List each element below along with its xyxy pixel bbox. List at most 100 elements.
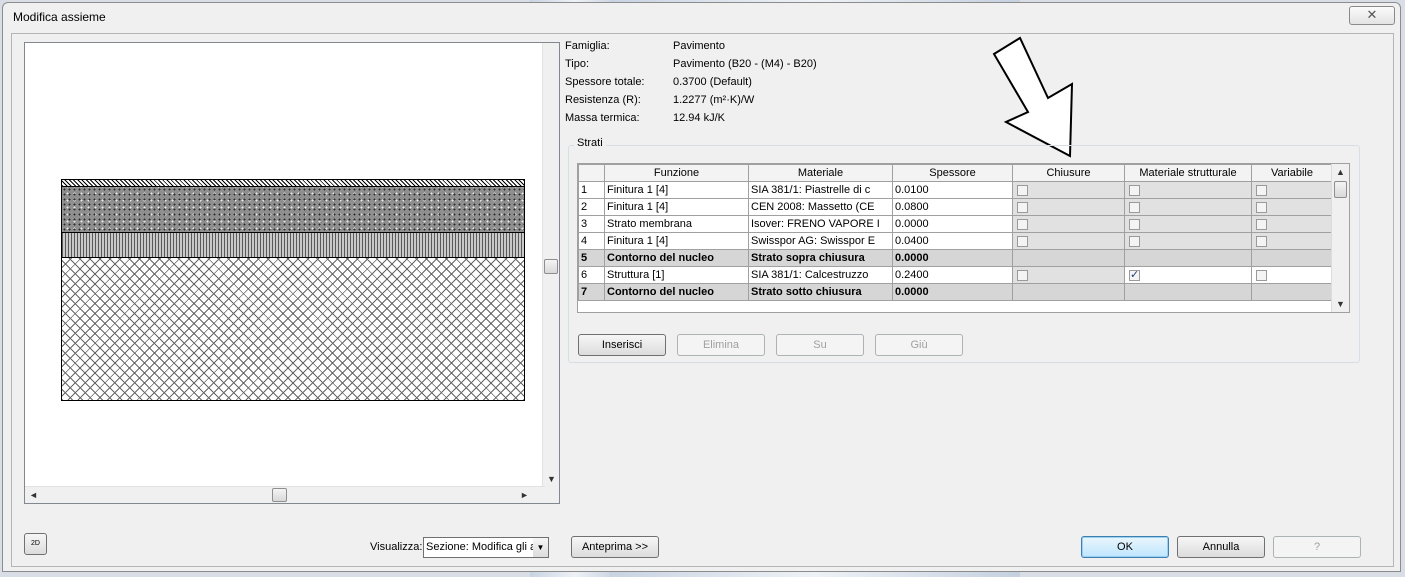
strati-label: Strati xyxy=(574,137,606,149)
table-row[interactable]: 4 Finitura 1 [4] Swisspor AG: Swisspor E… xyxy=(578,232,1333,250)
close-button[interactable]: ✕ xyxy=(1349,6,1395,25)
row-number[interactable]: 5 xyxy=(578,249,605,267)
cell-funzione: Contorno del nucleo xyxy=(604,283,749,301)
cell-spessore[interactable]: 0.0400 xyxy=(892,232,1013,250)
cell-materiale: Strato sotto chiusura xyxy=(748,283,893,301)
variabile-checkbox[interactable] xyxy=(1256,184,1267,196)
title-bar: Modifica assieme ✕ xyxy=(3,3,1400,31)
visualizza-label: Visualizza: xyxy=(370,541,423,553)
col-header-strutturale[interactable]: Materiale strutturale xyxy=(1124,164,1252,182)
variabile-checkbox[interactable] xyxy=(1256,235,1267,247)
cell-materiale[interactable]: Isover: FRENO VAPORE I xyxy=(748,215,893,233)
view-2d-toggle-button[interactable]: 2D xyxy=(24,533,47,555)
cell-funzione[interactable]: Finitura 1 [4] xyxy=(604,181,749,199)
cell-variabile[interactable] xyxy=(1251,198,1333,216)
assembly-section-drawing xyxy=(61,179,525,401)
cell-variabile[interactable] xyxy=(1251,232,1333,250)
scroll-down-icon[interactable]: ▼ xyxy=(1336,299,1345,309)
cell-variabile xyxy=(1251,249,1333,267)
vertical-scroll-thumb[interactable] xyxy=(544,259,558,274)
row-number[interactable]: 1 xyxy=(578,181,605,199)
scroll-right-icon[interactable]: ► xyxy=(520,490,529,500)
view-select[interactable]: Sezione: Modifica gli a ▼ xyxy=(423,537,549,558)
anteprima-button[interactable]: Anteprima >> xyxy=(571,536,659,558)
cell-funzione[interactable]: Struttura [1] xyxy=(604,266,749,284)
cell-variabile[interactable] xyxy=(1251,181,1333,199)
table-vertical-scrollbar[interactable]: ▲ ▼ xyxy=(1331,164,1349,312)
ok-button[interactable]: OK xyxy=(1081,536,1169,558)
preview-vertical-scrollbar[interactable]: ▼ xyxy=(542,43,559,489)
row-number[interactable]: 3 xyxy=(578,215,605,233)
cell-materiale[interactable]: SIA 381/1: Piastrelle di c xyxy=(748,181,893,199)
variabile-checkbox[interactable] xyxy=(1256,269,1267,281)
cell-funzione[interactable]: Strato membrana xyxy=(604,215,749,233)
table-row[interactable]: 3 Strato membrana Isover: FRENO VAPORE I… xyxy=(578,215,1333,233)
cell-spessore: 0.0000 xyxy=(892,249,1013,267)
scroll-left-icon[interactable]: ◄ xyxy=(29,490,38,500)
cell-variabile[interactable] xyxy=(1251,266,1333,284)
table-row-core-boundary[interactable]: 7 Contorno del nucleo Strato sotto chius… xyxy=(578,283,1333,301)
view-select-value: Sezione: Modifica gli a xyxy=(426,541,537,553)
cell-chiusure xyxy=(1012,283,1125,301)
row-number[interactable]: 7 xyxy=(578,283,605,301)
cell-spessore[interactable]: 0.2400 xyxy=(892,266,1013,284)
section-preview[interactable]: ▼ ◄ ► xyxy=(24,42,560,504)
table-row[interactable]: 1 Finitura 1 [4] SIA 381/1: Piastrelle d… xyxy=(578,181,1333,199)
row-number[interactable]: 2 xyxy=(578,198,605,216)
layers-table[interactable]: Funzione Materiale Spessore Chiusure Mat… xyxy=(577,163,1350,313)
variabile-checkbox[interactable] xyxy=(1256,201,1267,213)
label-spessore: Spessore totale: xyxy=(565,76,645,88)
value-resistenza: 1.2277 (m²·K)/W xyxy=(673,94,755,106)
chiusure-checkbox xyxy=(1017,184,1028,196)
col-header-materiale[interactable]: Materiale xyxy=(748,164,893,182)
cell-strutturale[interactable] xyxy=(1124,266,1252,284)
col-header-funzione[interactable]: Funzione xyxy=(604,164,749,182)
chiusure-checkbox xyxy=(1017,269,1028,281)
info-famiglia: Famiglia: Pavimento xyxy=(565,40,965,58)
cell-materiale[interactable]: Swisspor AG: Swisspor E xyxy=(748,232,893,250)
chevron-down-icon[interactable]: ▼ xyxy=(533,538,548,557)
preview-horizontal-scrollbar[interactable]: ◄ ► xyxy=(25,486,545,503)
cell-chiusure xyxy=(1012,215,1125,233)
cell-spessore[interactable]: 0.0800 xyxy=(892,198,1013,216)
strutturale-checkbox-checked[interactable] xyxy=(1129,268,1140,281)
scroll-down-icon[interactable]: ▼ xyxy=(547,474,556,484)
layer-concrete xyxy=(62,258,524,400)
su-button[interactable]: Su xyxy=(776,334,864,356)
scroll-up-icon[interactable]: ▲ xyxy=(1336,167,1345,177)
variabile-checkbox[interactable] xyxy=(1256,218,1267,230)
window-title: Modifica assieme xyxy=(13,10,106,24)
horizontal-scroll-thumb[interactable] xyxy=(272,488,287,502)
cell-strutturale xyxy=(1124,249,1252,267)
table-row[interactable]: 6 Struttura [1] SIA 381/1: Calcestruzzo … xyxy=(578,266,1333,284)
info-tipo: Tipo: Pavimento (B20 - (M4) - B20) xyxy=(565,58,965,76)
cell-spessore[interactable]: 0.0000 xyxy=(892,215,1013,233)
table-row-core-boundary[interactable]: 5 Contorno del nucleo Strato sopra chius… xyxy=(578,249,1333,267)
cell-materiale[interactable]: SIA 381/1: Calcestruzzo xyxy=(748,266,893,284)
strutturale-checkbox xyxy=(1129,218,1140,230)
annulla-button[interactable]: Annulla xyxy=(1177,536,1265,558)
label-famiglia: Famiglia: xyxy=(565,40,610,52)
cell-strutturale xyxy=(1124,283,1252,301)
row-number[interactable]: 4 xyxy=(578,232,605,250)
cell-funzione[interactable]: Finitura 1 [4] xyxy=(604,198,749,216)
elimina-button[interactable]: Elimina xyxy=(677,334,765,356)
cell-spessore: 0.0000 xyxy=(892,283,1013,301)
cell-chiusure xyxy=(1012,181,1125,199)
col-header-chiusure[interactable]: Chiusure xyxy=(1012,164,1125,182)
table-row[interactable]: 2 Finitura 1 [4] CEN 2008: Massetto (CE … xyxy=(578,198,1333,216)
cell-variabile[interactable] xyxy=(1251,215,1333,233)
layer-tile xyxy=(62,180,524,187)
value-tipo: Pavimento (B20 - (M4) - B20) xyxy=(673,58,817,70)
help-button[interactable]: ? xyxy=(1273,536,1361,558)
table-scroll-thumb[interactable] xyxy=(1334,181,1347,198)
cell-spessore[interactable]: 0.0100 xyxy=(892,181,1013,199)
cell-funzione[interactable]: Finitura 1 [4] xyxy=(604,232,749,250)
row-number[interactable]: 6 xyxy=(578,266,605,284)
col-header-spessore[interactable]: Spessore xyxy=(892,164,1013,182)
info-spessore: Spessore totale: 0.3700 (Default) xyxy=(565,76,965,94)
inserisci-button[interactable]: Inserisci xyxy=(578,334,666,356)
cell-materiale[interactable]: CEN 2008: Massetto (CE xyxy=(748,198,893,216)
giu-button[interactable]: Giù xyxy=(875,334,963,356)
col-header-variabile[interactable]: Variabile xyxy=(1251,164,1333,182)
